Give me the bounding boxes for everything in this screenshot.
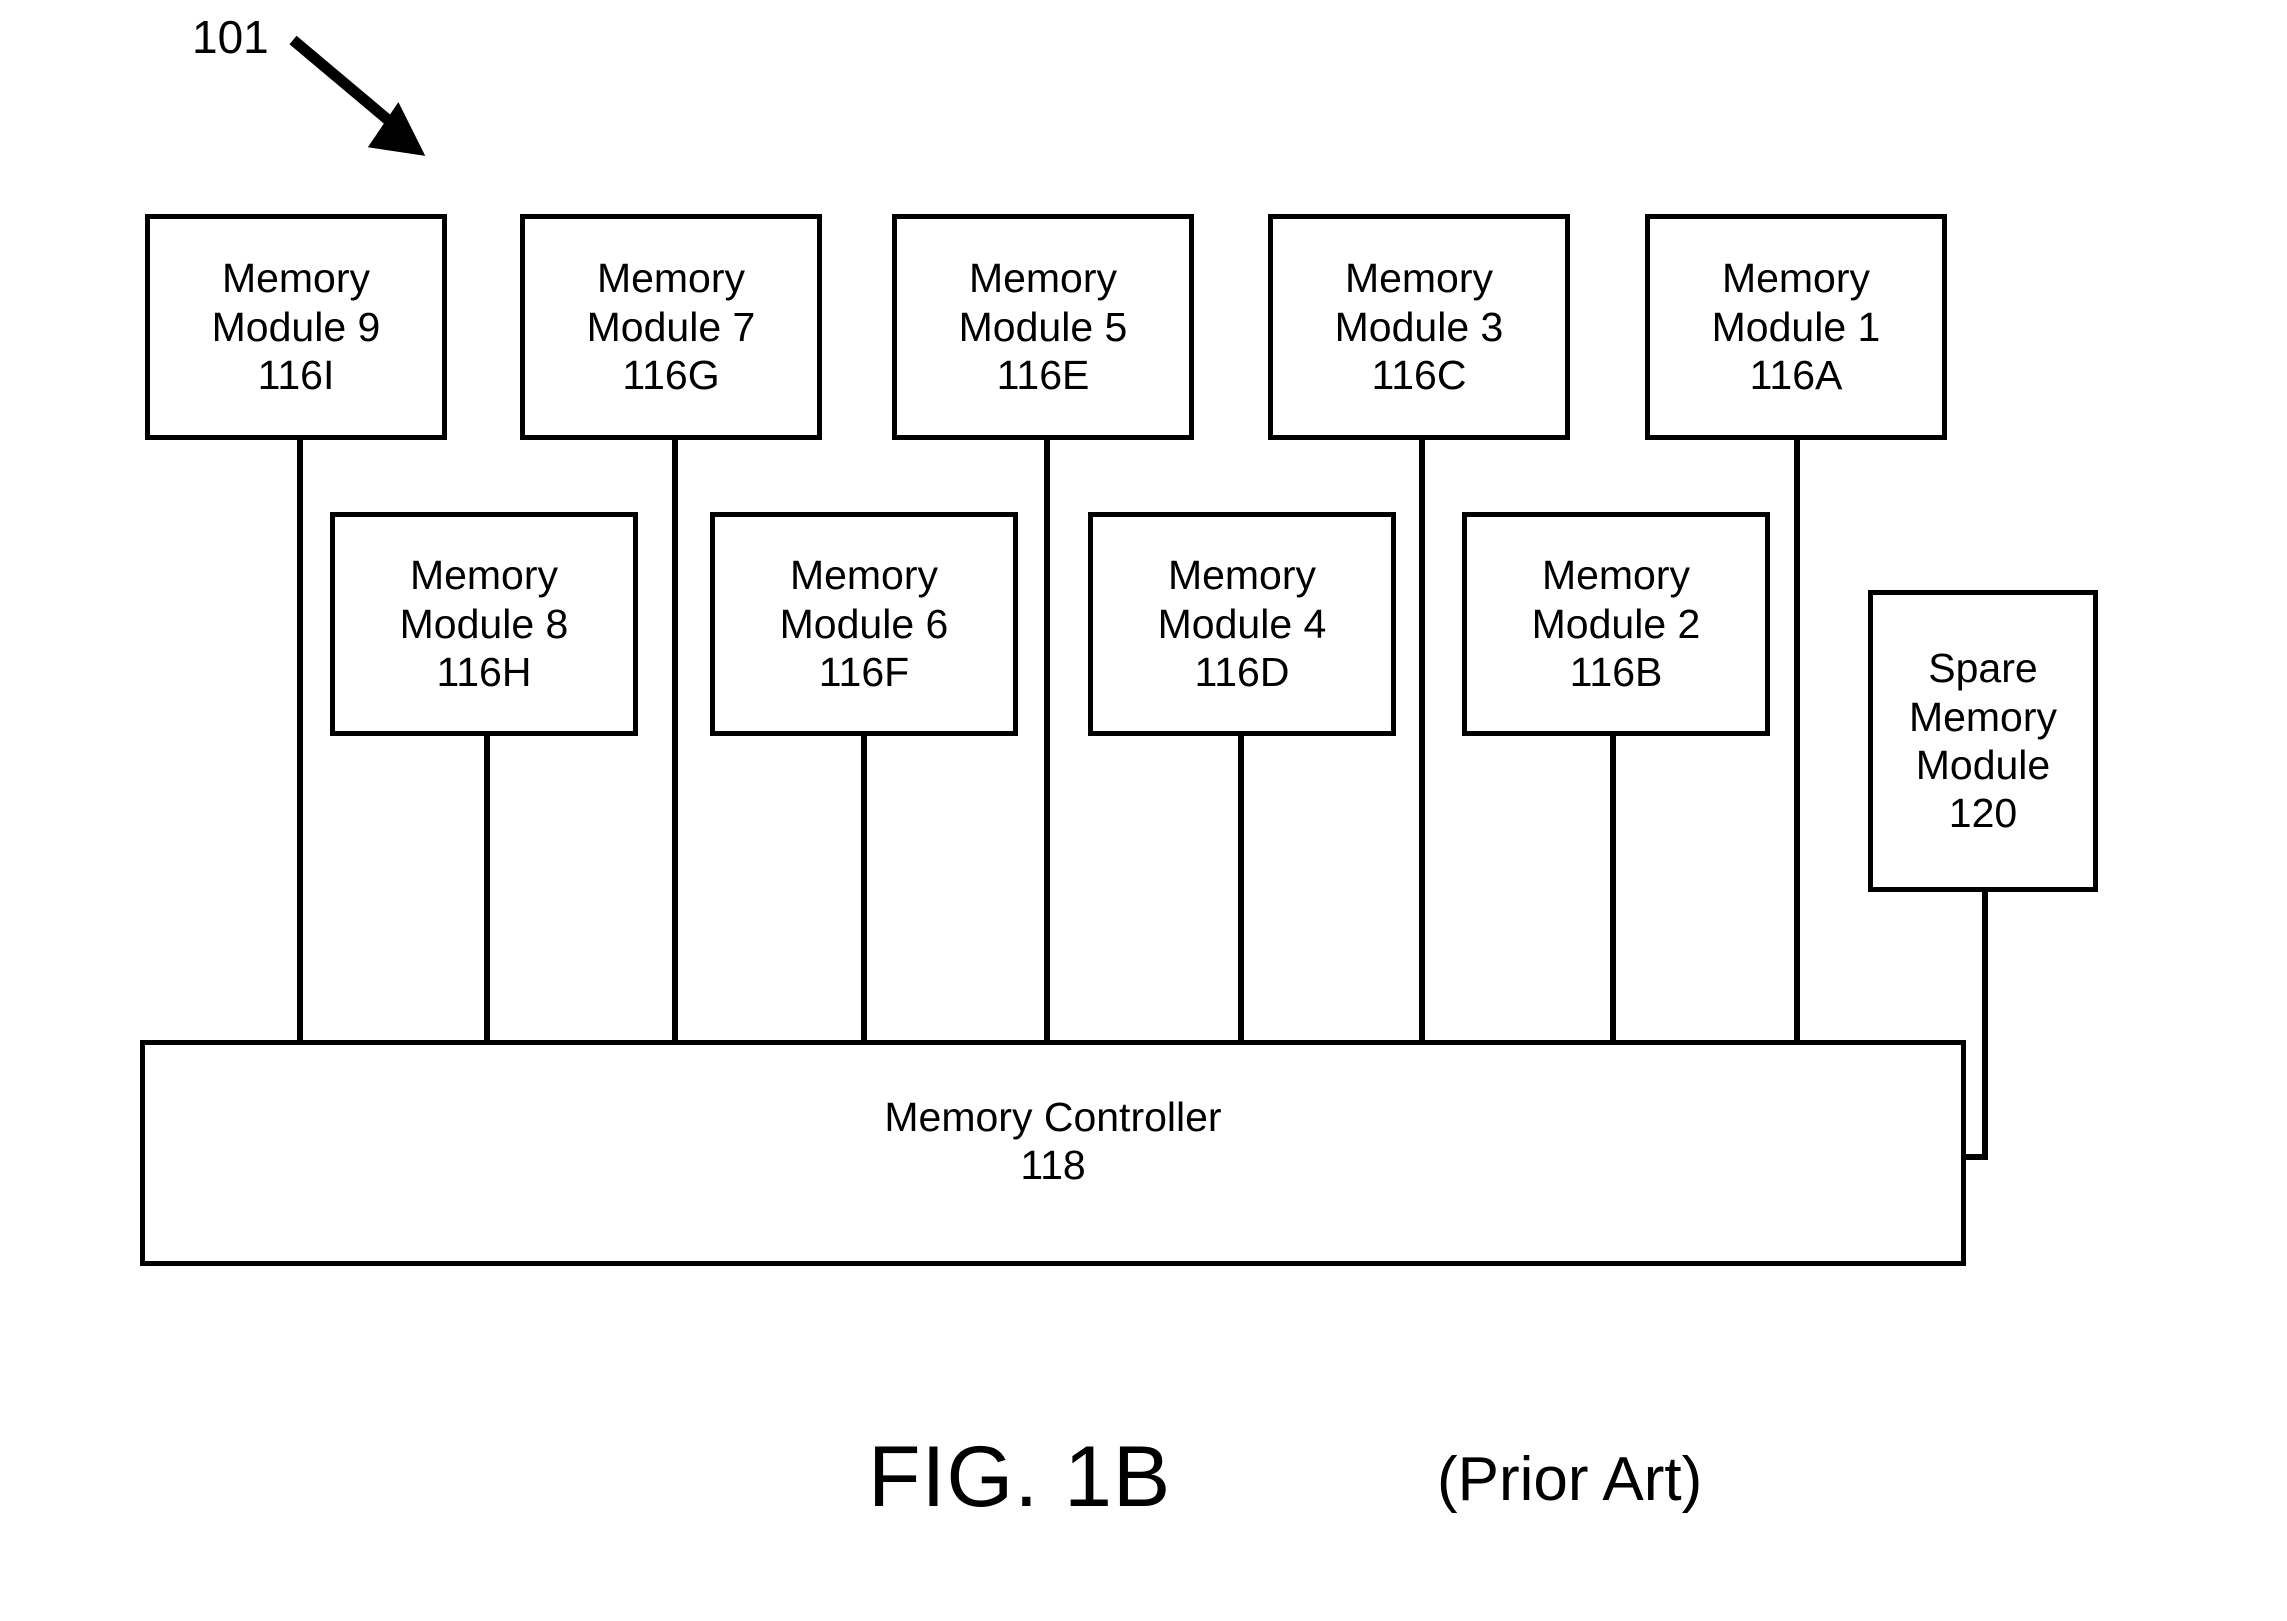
spare-memory-module-ref: 120 xyxy=(1948,790,2018,837)
memory-module-7-box[interactable]: Memory Module 7 116G xyxy=(520,214,822,440)
memory-module-6-box[interactable]: Memory Module 6 116F xyxy=(710,512,1018,736)
memory-module-8-name-line2: Module 8 xyxy=(399,600,569,647)
memory-module-8-box[interactable]: Memory Module 8 116H xyxy=(330,512,638,736)
memory-module-7-name-line2: Module 7 xyxy=(586,303,756,350)
memory-module-3-name-line2: Module 3 xyxy=(1334,303,1504,350)
memory-module-9-ref: 116I xyxy=(257,352,335,399)
memory-module-1-box[interactable]: Memory Module 1 116A xyxy=(1645,214,1947,440)
memory-module-5-name-line2: Module 5 xyxy=(958,303,1128,350)
memory-module-8-ref: 116H xyxy=(436,649,532,696)
memory-module-7-name-line1: Memory xyxy=(596,255,746,302)
memory-module-9-box[interactable]: Memory Module 9 116I xyxy=(145,214,447,440)
memory-module-3-ref: 116C xyxy=(1371,352,1467,399)
ref-101-arrow xyxy=(289,35,426,156)
figure-caption-prior-art: (Prior Art) xyxy=(1437,1445,1703,1514)
memory-module-1-name-line1: Memory xyxy=(1721,255,1871,302)
figure-1b-diagram: 101 Memory Module 9 116I Memory Module 7… xyxy=(0,0,2287,1621)
spare-memory-module-name-line3: Module xyxy=(1915,742,2051,788)
wire-spare-module xyxy=(1963,892,1988,1160)
memory-module-2-name-line2: Module 2 xyxy=(1531,600,1701,647)
memory-module-2-box[interactable]: Memory Module 2 116B xyxy=(1462,512,1770,736)
memory-module-6-name-line2: Module 6 xyxy=(779,600,949,647)
memory-module-4-ref: 116D xyxy=(1194,649,1290,696)
memory-controller-name: Memory Controller xyxy=(884,1094,1222,1140)
memory-module-8-name-line1: Memory xyxy=(409,552,559,599)
memory-module-3-box[interactable]: Memory Module 3 116C xyxy=(1268,214,1570,440)
spare-memory-module-name-line2: Memory xyxy=(1908,693,2058,740)
memory-module-6-name-line1: Memory xyxy=(789,552,939,599)
memory-module-2-ref: 116B xyxy=(1569,649,1663,696)
figure-caption: FIG. 1B xyxy=(868,1429,1172,1525)
memory-module-5-ref: 116E xyxy=(996,352,1090,399)
memory-controller-box[interactable]: Memory Controller 118 xyxy=(140,1040,1966,1266)
memory-module-4-box[interactable]: Memory Module 4 116D xyxy=(1088,512,1396,736)
memory-module-7-ref: 116G xyxy=(622,352,720,399)
memory-module-4-name-line1: Memory xyxy=(1167,552,1317,599)
memory-module-9-name-line1: Memory xyxy=(221,255,371,302)
reference-numeral-101: 101 xyxy=(192,11,269,63)
memory-module-4-name-line2: Module 4 xyxy=(1157,600,1327,647)
memory-module-2-name-line1: Memory xyxy=(1541,552,1691,599)
memory-controller-ref: 118 xyxy=(1020,1142,1086,1189)
memory-module-1-ref: 116A xyxy=(1749,352,1843,399)
memory-module-6-ref: 116F xyxy=(818,649,910,696)
memory-module-3-name-line1: Memory xyxy=(1344,255,1494,302)
spare-memory-module-name-line1: Spare xyxy=(1928,645,2038,692)
memory-module-9-name-line2: Module 9 xyxy=(211,303,381,350)
memory-module-1-name-line2: Module 1 xyxy=(1711,303,1881,350)
spare-memory-module-box[interactable]: Spare Memory Module 120 xyxy=(1868,590,2098,892)
memory-module-5-box[interactable]: Memory Module 5 116E xyxy=(892,214,1194,440)
memory-module-5-name-line1: Memory xyxy=(968,255,1118,302)
